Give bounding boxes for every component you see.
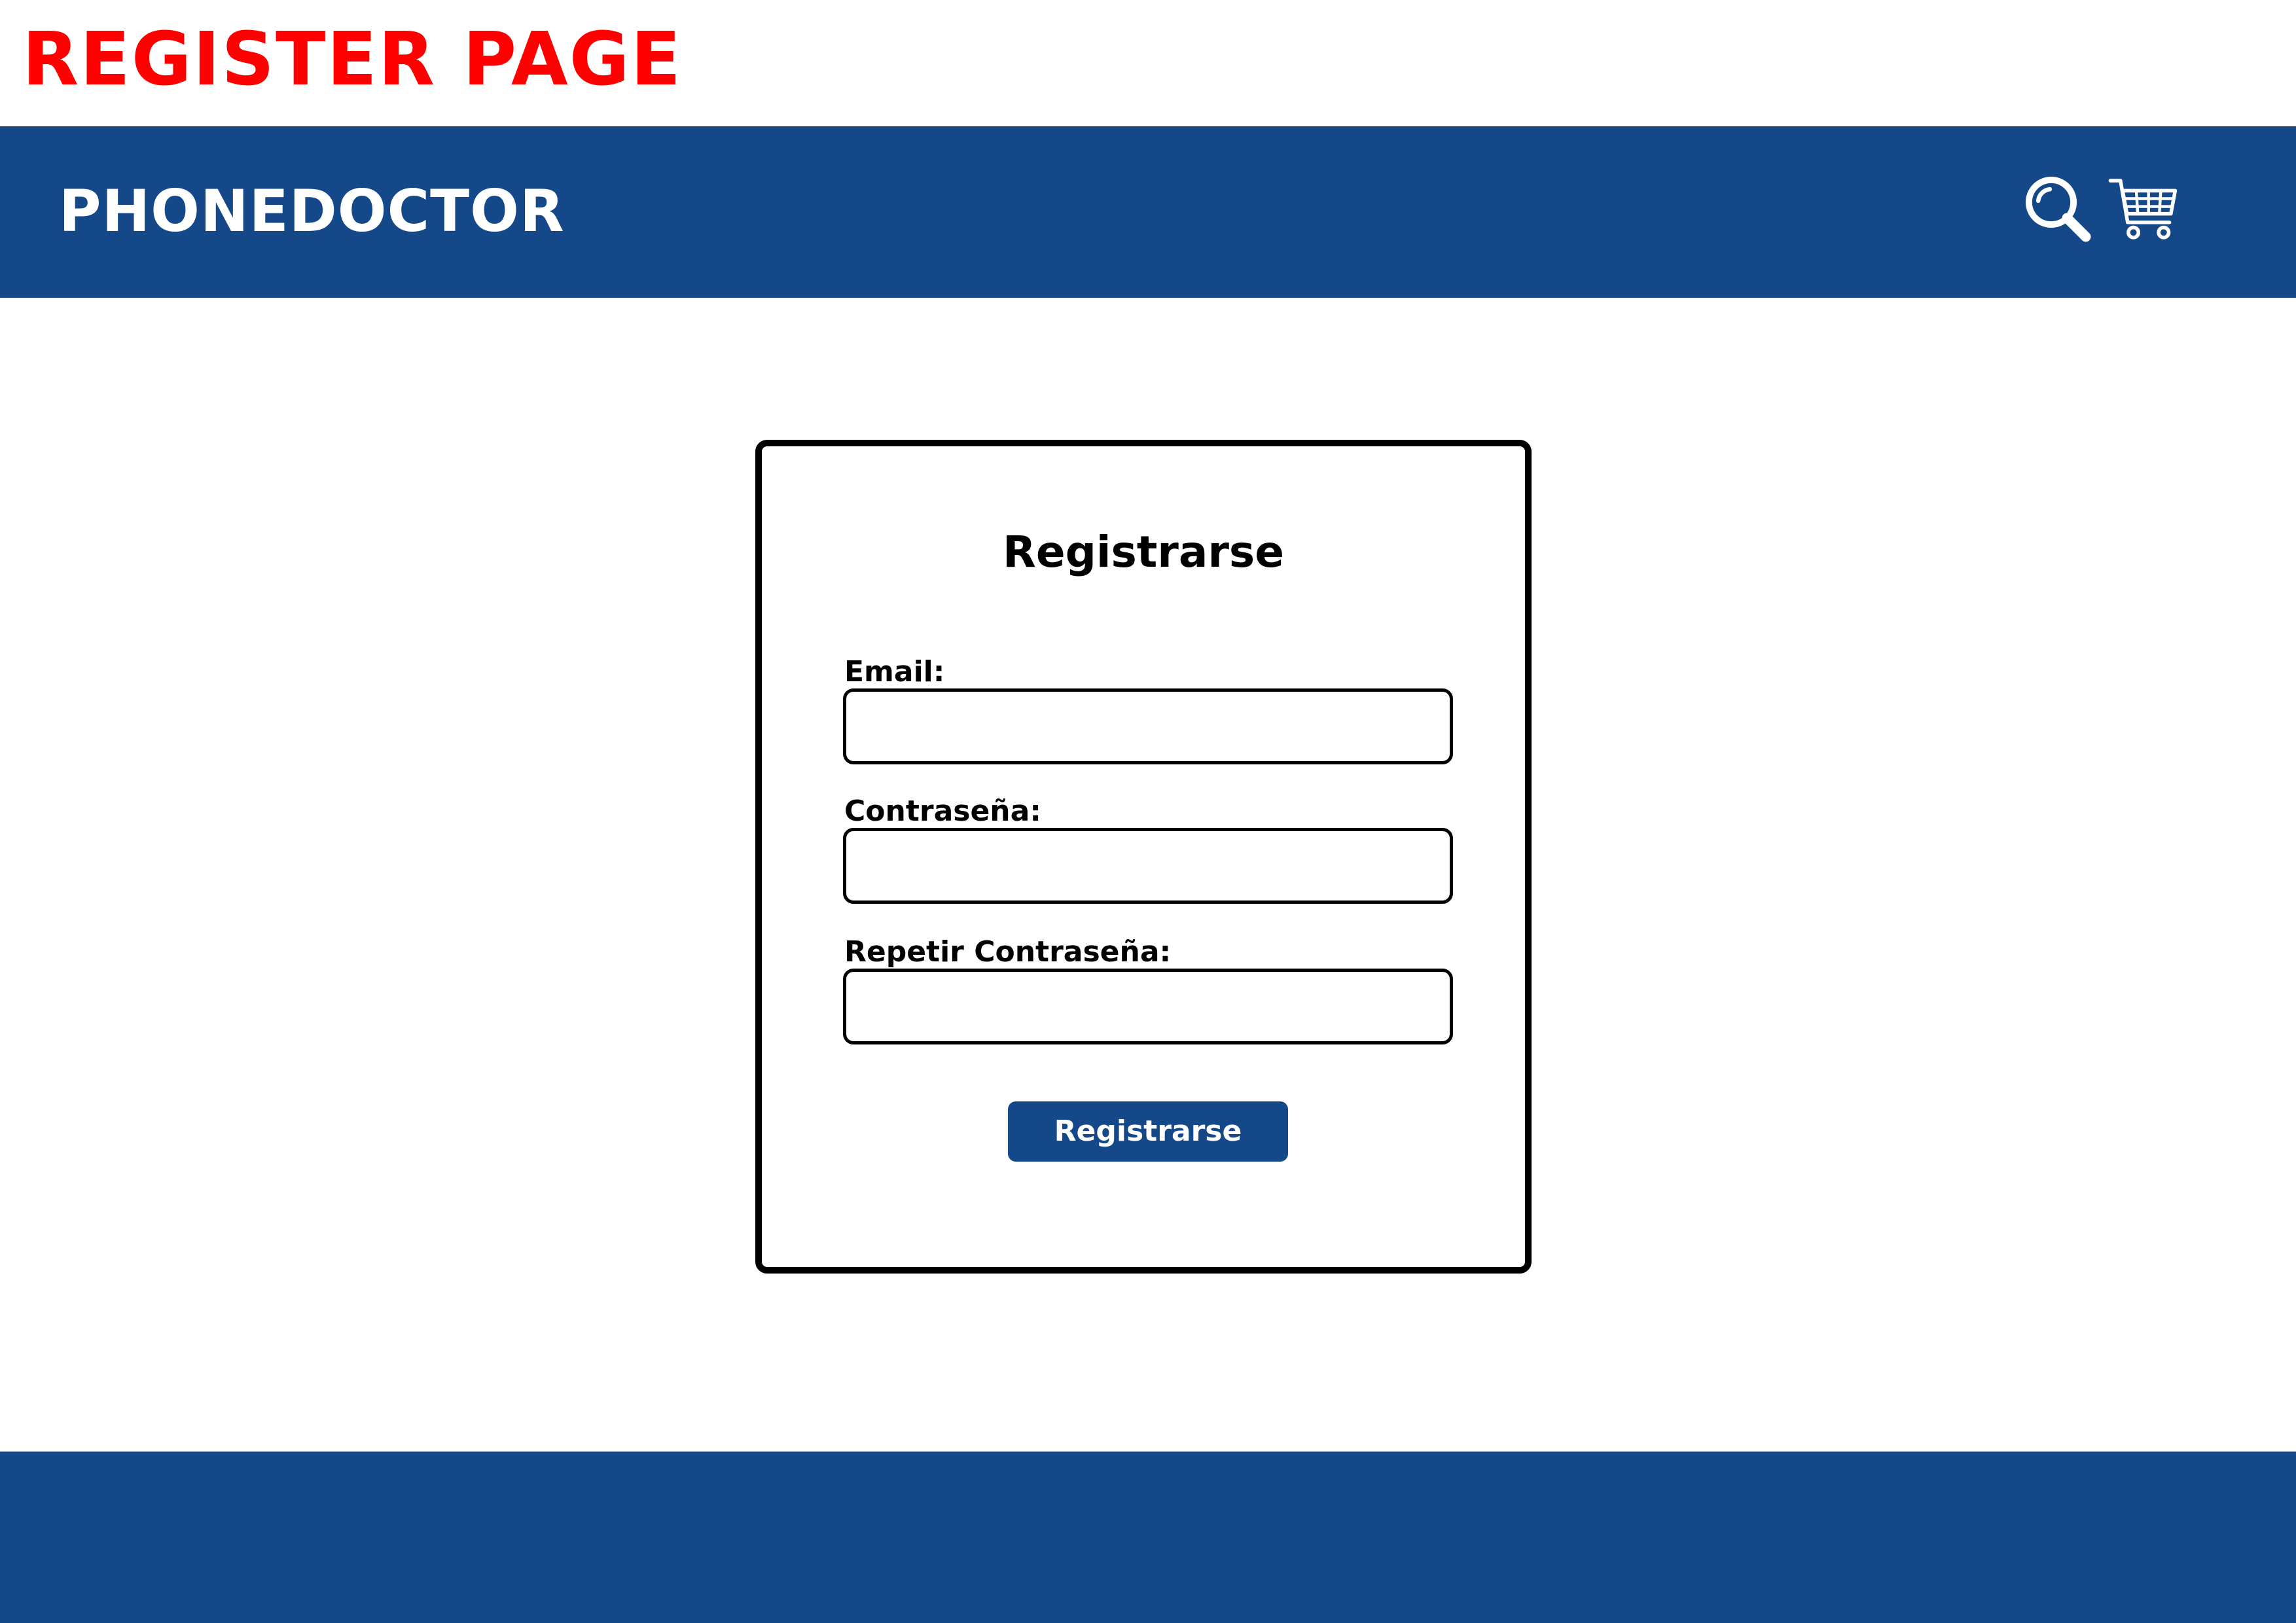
form-title: Registrarse [1003,527,1284,577]
search-button[interactable] [2022,173,2094,245]
register-card: Registrarse Email: Contraseña: Repetir C… [755,440,1532,1274]
search-icon [2025,176,2091,242]
brand-logo[interactable]: PHONEDOCTOR [59,171,565,252]
footer [0,1452,2296,1623]
repeat-password-input[interactable] [843,969,1453,1044]
email-input[interactable] [843,688,1453,764]
email-label: Email: [844,655,945,688]
cart-icon [2108,179,2178,240]
register-button[interactable]: Registrarse [1008,1101,1288,1162]
navbar: PHONEDOCTOR [0,126,2296,298]
register-page: REGISTER PAGE PHONEDOCTOR Registrarse Em… [0,0,2296,1623]
page-label: REGISTER PAGE [22,17,683,102]
password-field-group: Contraseña: [843,795,1453,904]
repeat-password-label: Repetir Contraseña: [844,935,1172,969]
email-field-group: Email: [843,656,1453,764]
password-label: Contraseña: [844,794,1041,828]
cart-button[interactable] [2108,173,2179,245]
nav-icons [2022,173,2179,245]
password-input[interactable] [843,828,1453,904]
repeat-password-field-group: Repetir Contraseña: [843,936,1453,1044]
